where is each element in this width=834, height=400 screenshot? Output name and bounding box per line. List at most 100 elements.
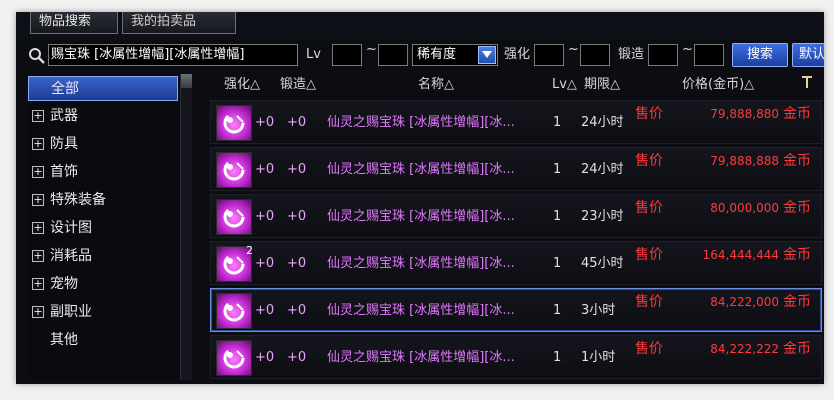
expand-plus-icon[interactable]: + [32,278,44,290]
category-item[interactable]: 全部 [28,76,178,101]
category-item[interactable]: + 副职业 [28,300,178,325]
forge-max-input[interactable] [694,44,724,66]
enhance-tilde: ~ [568,42,579,57]
category-item[interactable]: + 防具 [28,132,178,157]
price-value: 79,888,880 [710,107,779,121]
forge-value: +0 [287,162,307,177]
forge-value: +0 [287,115,307,130]
category-item[interactable]: 其他 [28,328,178,353]
table-row[interactable]: +0 +0 仙灵之赐宝珠 [冰属性增幅][冰... 1 23小时 售价 80,000,000… [210,194,822,238]
period-value: 1小时 [581,350,616,365]
category-item[interactable]: + 设计图 [28,216,178,241]
table-row[interactable]: +0 +0 仙灵之赐宝珠 [冰属性增幅][冰... 1 24小时 售价 79,888,888… [210,147,822,191]
forge-tilde: ~ [682,42,693,57]
enhance-value: +0 [255,256,275,271]
forge-label: 锻造 [618,47,645,62]
currency-label: 金币 [783,341,811,357]
sale-label: 售价 [635,247,663,263]
period-value: 45小时 [581,256,624,271]
col-enhance[interactable]: 强化△ [224,74,260,96]
expand-plus-icon[interactable]: + [32,306,44,318]
stack-count: 2 [246,244,253,257]
category-label: 特殊装备 [50,192,106,208]
expand-plus-icon[interactable]: + [32,222,44,234]
table-row[interactable]: 2 +0 +0 仙灵之赐宝珠 [冰属性增幅][冰... 1 45小时 售价 164,444,4… [210,241,822,285]
category-item[interactable]: + 消耗品 [28,244,178,269]
default-button[interactable]: 默认 [792,43,824,67]
gem-item-icon[interactable] [216,152,252,188]
tab-bar: 物品搜索 我的拍卖品 [16,12,824,40]
auction-window: 物品搜索 我的拍卖品 赐宝珠 [冰属性增幅][冰属性增幅] Lv ~ 稀有度 强… [16,12,824,384]
item-name: 仙灵之赐宝珠 [冰属性增幅][冰... [327,350,515,365]
lv-value: 1 [553,350,562,365]
expand-plus-icon[interactable]: + [32,250,44,262]
currency-label: 金币 [783,106,811,122]
period-value: 24小时 [581,115,624,130]
gem-item-icon[interactable] [216,293,252,329]
table-header: 强化△ 锻造△ 名称△ Lv△ 期限△ 价格(金币)△ [202,74,822,96]
col-price[interactable]: 价格(金币)△ [682,74,754,96]
enhance-max-input[interactable] [580,44,610,66]
currency-label: 金币 [783,294,811,310]
expand-plus-icon[interactable]: + [32,138,44,150]
item-name: 仙灵之赐宝珠 [冰属性增幅][冰... [327,209,515,224]
gem-item-icon[interactable]: 2 [216,244,253,282]
currency-label: 金币 [783,247,811,263]
category-item[interactable]: + 武器 [28,104,178,129]
category-item[interactable]: + 宠物 [28,272,178,297]
gem-item-icon[interactable] [216,340,252,376]
forge-value: +0 [287,256,307,271]
enhance-min-input[interactable] [534,44,564,66]
currency-label: 金币 [783,153,811,169]
currency-label: 金币 [783,200,811,216]
search-bar: 赐宝珠 [冰属性增幅][冰属性增幅] Lv ~ 稀有度 强化 ~ 锻造 ~ 搜索… [16,42,824,70]
lv-value: 1 [553,209,562,224]
col-name[interactable]: 名称△ [418,74,454,96]
tab-item-search[interactable]: 物品搜索 [30,12,118,34]
scroll-up-icon[interactable] [181,74,192,88]
category-item[interactable]: + 特殊装备 [28,188,178,213]
lv-max-input[interactable] [378,44,408,66]
rarity-select-value: 稀有度 [417,47,457,62]
forge-min-input[interactable] [648,44,678,66]
gem-item-icon[interactable] [216,105,252,141]
item-name: 仙灵之赐宝珠 [冰属性增幅][冰... [327,256,515,271]
forge-value: +0 [287,350,307,365]
pin-icon[interactable] [800,74,814,98]
chevron-down-icon[interactable] [478,46,496,64]
search-input[interactable]: 赐宝珠 [冰属性增幅][冰属性增幅] [48,44,298,66]
category-label: 消耗品 [50,248,92,264]
item-name: 仙灵之赐宝珠 [冰属性增幅][冰... [327,115,515,130]
sale-label: 售价 [635,200,663,216]
col-lv[interactable]: Lv△ [552,74,577,96]
sale-label: 售价 [635,106,663,122]
col-forge[interactable]: 锻造△ [280,74,316,96]
category-label: 其他 [50,332,78,348]
item-name: 仙灵之赐宝珠 [冰属性增幅][冰... [327,303,515,318]
rarity-select[interactable]: 稀有度 [412,44,498,66]
category-item[interactable]: + 首饰 [28,160,178,185]
gem-item-icon[interactable] [216,199,252,235]
lv-label: Lv [306,47,321,62]
expand-plus-icon[interactable]: + [32,166,44,178]
enhance-value: +0 [255,115,275,130]
lv-value: 1 [553,162,562,177]
col-period[interactable]: 期限△ [584,74,620,96]
category-label: 副职业 [50,304,92,320]
table-row[interactable]: +0 +0 仙灵之赐宝珠 [冰属性增幅][冰... 1 24小时 售价 79,888,880… [210,100,822,144]
lv-min-input[interactable] [332,44,362,66]
category-label: 设计图 [50,220,92,236]
sale-label: 售价 [635,294,663,310]
table-row[interactable]: +0 +0 仙灵之赐宝珠 [冰属性增幅][冰... 1 3小时 售价 84,222,000 金… [210,288,822,332]
tab-my-auctions[interactable]: 我的拍卖品 [122,12,236,34]
expand-plus-icon[interactable]: + [32,194,44,206]
category-scrollbar[interactable] [180,74,192,380]
search-button[interactable]: 搜索 [732,43,788,67]
expand-plus-icon[interactable]: + [32,110,44,122]
table-row[interactable]: +0 +0 仙灵之赐宝珠 [冰属性增幅][冰... 1 1小时 售价 84,222,222 金… [210,335,822,379]
enhance-value: +0 [255,209,275,224]
price-value: 164,444,444 [702,248,779,262]
category-label: 全部 [51,81,79,97]
category-label: 武器 [50,108,78,124]
forge-value: +0 [287,209,307,224]
